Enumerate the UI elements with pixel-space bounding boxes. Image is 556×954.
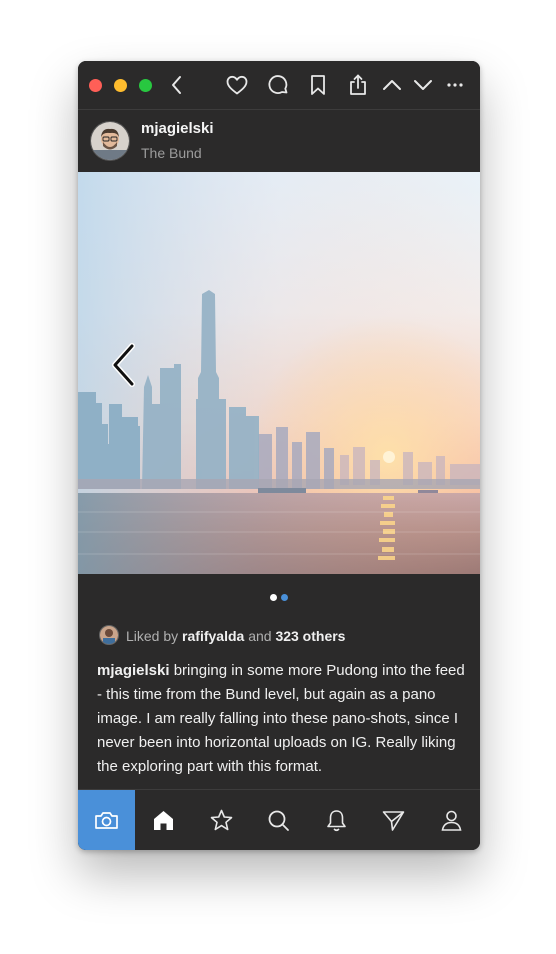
post-username[interactable]: mjagielski bbox=[141, 120, 214, 137]
zoom-window-button[interactable] bbox=[139, 79, 152, 92]
tab-home[interactable] bbox=[135, 790, 192, 850]
liker-avatar[interactable] bbox=[99, 625, 119, 645]
tab-profile[interactable] bbox=[423, 790, 480, 850]
share-icon[interactable] bbox=[346, 73, 370, 97]
caption-author[interactable]: mjagielski bbox=[97, 662, 170, 679]
tab-bar bbox=[78, 789, 480, 850]
app-window: mjagielski The Bund Liked by rafifyalda … bbox=[78, 61, 480, 850]
tab-camera[interactable] bbox=[78, 790, 135, 850]
chevron-down-icon[interactable] bbox=[411, 73, 435, 97]
close-window-button[interactable] bbox=[89, 79, 102, 92]
liker-username[interactable]: rafifyalda bbox=[182, 628, 244, 644]
title-bar bbox=[78, 61, 480, 110]
post-location[interactable]: The Bund bbox=[141, 145, 202, 161]
tab-search[interactable] bbox=[250, 790, 307, 850]
post-photo[interactable] bbox=[78, 172, 480, 574]
minimize-window-button[interactable] bbox=[114, 79, 127, 92]
post-caption: mjagielski bringing in some more Pudong … bbox=[97, 659, 467, 779]
carousel-indicator bbox=[78, 594, 480, 604]
post-header: mjagielski The Bund bbox=[78, 110, 480, 172]
tab-notifications[interactable] bbox=[308, 790, 365, 850]
profile-icon bbox=[441, 810, 462, 831]
tab-favorites[interactable] bbox=[193, 790, 250, 850]
send-icon bbox=[382, 811, 405, 831]
back-icon[interactable] bbox=[165, 73, 189, 97]
likes-count[interactable]: 323 others bbox=[275, 628, 345, 644]
likes-summary: Liked by rafifyalda and 323 others bbox=[99, 625, 345, 647]
star-icon bbox=[210, 809, 233, 831]
search-icon bbox=[268, 810, 289, 831]
chevron-up-icon[interactable] bbox=[380, 73, 404, 97]
avatar[interactable] bbox=[90, 121, 130, 161]
bookmark-icon[interactable] bbox=[306, 73, 330, 97]
heart-icon[interactable] bbox=[225, 73, 249, 97]
tab-direct[interactable] bbox=[365, 790, 422, 850]
carousel-dot[interactable] bbox=[270, 594, 277, 601]
bell-icon bbox=[327, 810, 346, 832]
likes-conjunction: and bbox=[248, 628, 272, 644]
carousel-dot-active[interactable] bbox=[281, 594, 288, 601]
previous-photo-button[interactable] bbox=[110, 342, 136, 388]
camera-icon bbox=[95, 812, 118, 829]
more-icon[interactable] bbox=[443, 73, 467, 97]
likes-prefix: Liked by bbox=[126, 628, 179, 644]
home-icon bbox=[154, 811, 173, 830]
comment-icon[interactable] bbox=[266, 73, 290, 97]
